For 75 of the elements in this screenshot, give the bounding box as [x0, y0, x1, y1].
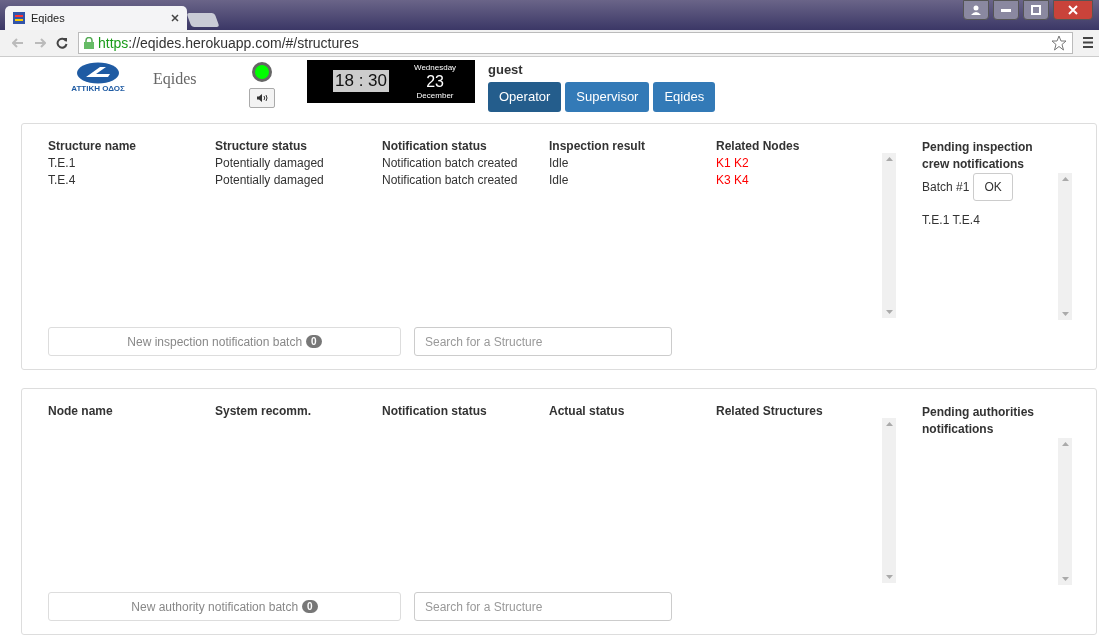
- app-name: Eqides: [153, 69, 198, 88]
- batch-items: T.E.1 T.E.4: [922, 213, 981, 227]
- logo-icon: [76, 61, 120, 84]
- favicon-icon: [13, 12, 25, 25]
- new-batch-button[interactable]: New inspection notification batch 0: [48, 327, 401, 356]
- column-header: Node name: [48, 404, 114, 420]
- role-button[interactable]: Operator: [488, 81, 562, 112]
- profile-button[interactable]: [963, 0, 989, 20]
- menu-icon[interactable]: [1083, 37, 1093, 49]
- scroll-down-icon[interactable]: [1061, 577, 1069, 581]
- count-badge: 0: [306, 335, 322, 348]
- table-cell-text: Notification batch created: [382, 173, 519, 189]
- restore-button[interactable]: [1023, 0, 1049, 20]
- day-number: 23: [426, 72, 444, 91]
- scrollbar[interactable]: [882, 418, 896, 583]
- column-header: Inspection result: [549, 139, 647, 155]
- table-cell-text: Idle: [549, 156, 570, 172]
- column-header: Notification status: [382, 139, 488, 155]
- weekday: Wednesday: [414, 62, 457, 72]
- table-cell-text: T.E.1: [48, 156, 77, 172]
- forward-icon[interactable]: [34, 37, 46, 48]
- search-field[interactable]: Search for a Structure: [414, 592, 672, 621]
- ok-button[interactable]: OK: [973, 173, 1013, 201]
- close-icon: [1068, 5, 1078, 15]
- related-link[interactable]: K3 K4: [716, 173, 883, 190]
- scroll-up-icon[interactable]: [885, 422, 893, 426]
- new-batch-button[interactable]: New authority notification batch 0: [48, 592, 401, 621]
- table-cell-text: Potentially damaged: [215, 156, 325, 172]
- role-button[interactable]: Eqides: [653, 81, 716, 112]
- side-title: Pending authorities notifications: [922, 404, 1035, 438]
- column-header: Structure name: [48, 139, 138, 155]
- column-header: Notification status: [382, 404, 488, 420]
- scrollbar[interactable]: [1058, 438, 1072, 585]
- column-header: Related Structures: [716, 404, 824, 420]
- table-cell-text: T.E.4: [48, 173, 77, 189]
- scroll-up-icon[interactable]: [885, 157, 893, 161]
- speaker-icon: [256, 93, 268, 102]
- column-header: Related Nodes: [716, 139, 801, 155]
- column-header: Actual status: [549, 404, 626, 420]
- scrollbar[interactable]: [1058, 173, 1072, 320]
- scroll-down-icon[interactable]: [1061, 312, 1069, 316]
- batch-label: Batch #1: [922, 180, 970, 194]
- reload-icon[interactable]: [56, 36, 68, 49]
- address-field[interactable]: https://eqides.herokuapp.com/#/structures: [78, 31, 1073, 54]
- month: December: [416, 90, 454, 100]
- scroll-up-icon[interactable]: [1061, 177, 1069, 181]
- person-icon: [971, 5, 981, 15]
- tab-title: Eqides: [31, 12, 66, 25]
- scroll-down-icon[interactable]: [885, 310, 893, 314]
- user-name: guest: [488, 61, 524, 77]
- side-title: Pending inspection crew notifications: [922, 139, 1034, 173]
- back-icon[interactable]: [12, 37, 24, 48]
- logo-text: ΑΤΤΙΚΗ ΟΔΟΣ: [71, 83, 125, 93]
- search-field[interactable]: Search for a Structure: [414, 327, 672, 356]
- related-link[interactable]: K1 K2: [716, 156, 883, 173]
- count-badge: 0: [302, 600, 318, 613]
- star-icon[interactable]: [1051, 34, 1067, 51]
- table-cell-text: Potentially damaged: [215, 173, 325, 189]
- table-cell-text: Idle: [549, 173, 570, 189]
- table-cell-text: Notification batch created: [382, 156, 519, 172]
- clock-time: 18 : 30: [333, 70, 389, 93]
- column-header: System recomm.: [215, 404, 313, 420]
- close-window-button[interactable]: [1053, 0, 1093, 20]
- new-tab-button[interactable]: [186, 13, 220, 28]
- minimize-icon: [1001, 8, 1011, 12]
- scroll-down-icon[interactable]: [885, 575, 893, 579]
- sound-button[interactable]: [249, 87, 275, 108]
- role-button[interactable]: Supervisor: [565, 81, 650, 112]
- scrollbar[interactable]: [882, 153, 896, 318]
- browser-tab[interactable]: Eqides: [5, 6, 187, 31]
- restore-icon: [1031, 5, 1041, 15]
- scroll-up-icon[interactable]: [1061, 442, 1069, 446]
- minimize-button[interactable]: [993, 0, 1019, 20]
- close-icon[interactable]: [171, 14, 179, 23]
- column-header: Structure status: [215, 139, 309, 155]
